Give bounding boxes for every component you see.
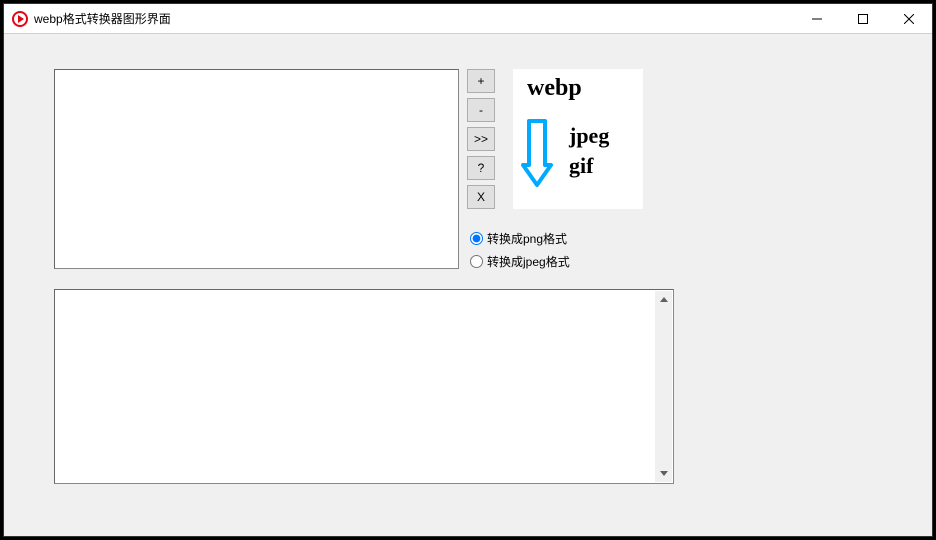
add-button[interactable]: + [467,69,495,93]
radio-jpeg-label: 转换成jpeg格式 [487,253,570,270]
logo-jpeg-text: jpeg [569,123,609,149]
close-button[interactable] [886,4,932,33]
maximize-button[interactable] [840,4,886,33]
logo-image: webp jpeg gif [513,69,643,209]
client-area: + - >> ? X webp jpeg gif 转换成png格式 [4,34,932,536]
scroll-up-icon[interactable] [655,291,672,308]
radio-jpeg[interactable]: 转换成jpeg格式 [470,253,570,270]
radio-jpeg-input[interactable] [470,255,483,268]
scrollbar[interactable] [655,291,672,482]
window-title: webp格式转换器图形界面 [34,10,171,27]
scroll-down-icon[interactable] [655,465,672,482]
button-column: + - >> ? X [467,69,495,209]
file-list[interactable] [54,69,459,269]
output-textarea[interactable] [54,289,674,484]
radio-png-label: 转换成png格式 [487,230,567,247]
minimize-button[interactable] [794,4,840,33]
radio-png[interactable]: 转换成png格式 [470,230,570,247]
logo-webp-text: webp [527,75,582,102]
app-icon [12,11,28,27]
title-bar[interactable]: webp格式转换器图形界面 [4,4,932,34]
logo-gif-text: gif [569,153,593,179]
app-window: webp格式转换器图形界面 + - >> ? X [3,3,933,537]
radio-png-input[interactable] [470,232,483,245]
remove-button[interactable]: - [467,98,495,122]
window-controls [794,4,932,33]
arrow-icon [519,113,563,193]
scroll-track[interactable] [655,308,672,465]
convert-button[interactable]: >> [467,127,495,151]
format-radio-group: 转换成png格式 转换成jpeg格式 [470,230,570,270]
help-button[interactable]: ? [467,156,495,180]
clear-button[interactable]: X [467,185,495,209]
